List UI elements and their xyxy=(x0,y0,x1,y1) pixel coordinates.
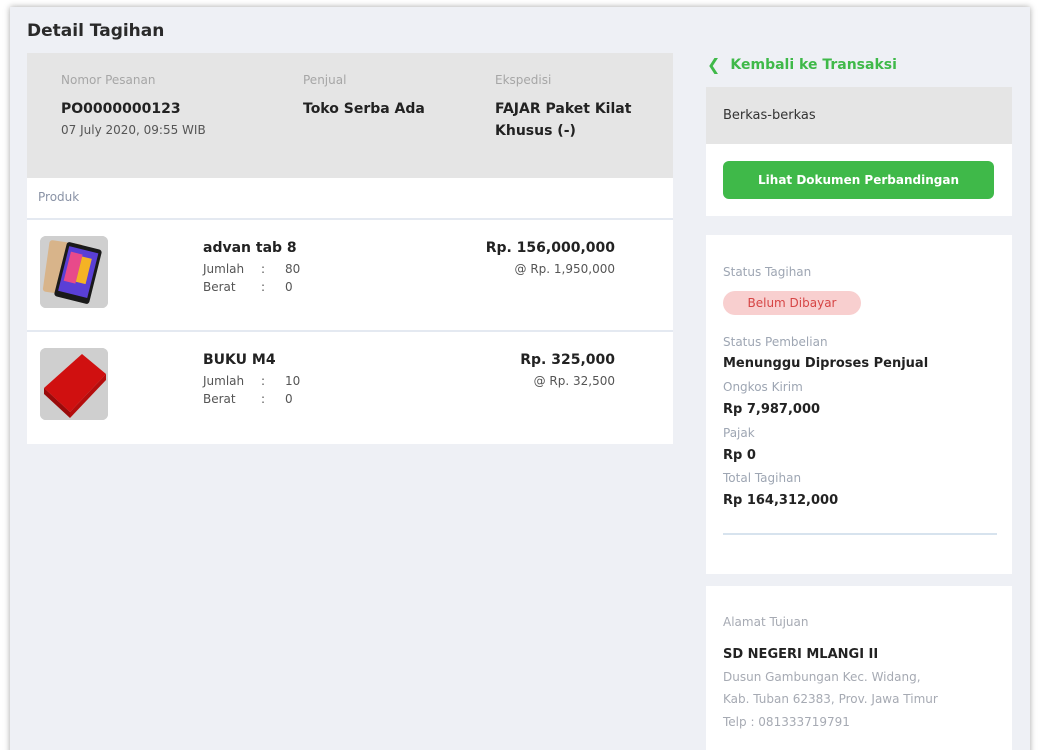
weight-value: 0 xyxy=(285,392,293,406)
seller-value: Toko Serba Ada xyxy=(303,101,425,117)
purchase-status-value: Menunggu Diproses Penjual xyxy=(723,356,929,371)
seller-label: Penjual xyxy=(303,73,347,87)
address-line-1: Dusun Gambungan Kec. Widang, xyxy=(723,670,921,684)
product-image-book xyxy=(40,348,108,420)
order-detail-card: Nomor Pesanan PO0000000123 07 July 2020,… xyxy=(27,53,673,444)
product-row: BUKU M4 Jumlah: 10 Berat: 0 Rp. 325,000 @ … xyxy=(27,332,673,442)
separator: : xyxy=(261,374,266,388)
product-unit-price: @ Rp. 32,500 xyxy=(533,374,615,388)
address-label: Alamat Tujuan xyxy=(723,615,809,629)
product-name: advan tab 8 xyxy=(203,240,297,256)
total-bill-label: Total Tagihan xyxy=(723,471,802,485)
separator: : xyxy=(261,262,266,276)
total-bill-value: Rp 164,312,000 xyxy=(723,493,839,508)
seller-block: Penjual Toko Serba Ada xyxy=(303,73,483,120)
page-frame: Detail Tagihan Nomor Pesanan PO000000012… xyxy=(10,7,1030,750)
documents-title: Berkas-berkas xyxy=(706,87,1012,144)
expedition-line-1: FAJAR Paket Kilat xyxy=(495,101,632,117)
page-title: Detail Tagihan xyxy=(27,21,165,41)
order-number-value: PO0000000123 xyxy=(61,101,181,117)
product-row: advan tab 8 Jumlah: 80 Berat: 0 Rp. 156,00… xyxy=(27,220,673,330)
shipping-cost-label: Ongkos Kirim xyxy=(723,380,803,394)
expedition-value: FAJAR Paket Kilat Khusus (-) xyxy=(495,98,665,142)
view-comparison-document-button[interactable]: Lihat Dokumen Perbandingan xyxy=(723,161,994,199)
address-recipient: SD NEGERI MLANGI II xyxy=(723,647,879,662)
separator: : xyxy=(261,392,266,406)
address-card: Alamat Tujuan SD NEGERI MLANGI II Dusun … xyxy=(706,586,1012,750)
chevron-left-icon: ❮ xyxy=(707,55,721,74)
order-number-block: Nomor Pesanan PO0000000123 07 July 2020,… xyxy=(61,73,291,137)
product-price: Rp. 325,000 xyxy=(520,352,615,368)
product-image-tablet xyxy=(40,236,108,308)
quantity-value: 10 xyxy=(285,374,301,388)
weight-label: Berat xyxy=(203,280,236,294)
products-heading: Produk xyxy=(38,190,80,204)
weight-value: 0 xyxy=(285,280,293,294)
back-link-label: Kembali ke Transaksi xyxy=(730,56,897,73)
weight-label: Berat xyxy=(203,392,236,406)
tax-value: Rp 0 xyxy=(723,448,756,463)
product-quantity: Jumlah: 80 xyxy=(203,262,300,276)
status-card: Status Tagihan Belum Dibayar Status Pemb… xyxy=(706,235,1012,574)
address-line-2: Kab. Tuban 62383, Prov. Jawa Timur xyxy=(723,692,938,706)
product-name: BUKU M4 xyxy=(203,352,276,368)
expedition-label: Ekspedisi xyxy=(495,73,552,87)
back-to-transactions-link[interactable]: ❮ Kembali ke Transaksi xyxy=(707,55,897,74)
product-unit-price: @ Rp. 1,950,000 xyxy=(514,262,615,276)
quantity-value: 80 xyxy=(285,262,301,276)
product-quantity: Jumlah: 10 xyxy=(203,374,300,388)
product-weight: Berat: 0 xyxy=(203,280,293,294)
tax-label: Pajak xyxy=(723,426,755,440)
purchase-status-label: Status Pembelian xyxy=(723,335,828,349)
expedition-block: Ekspedisi FAJAR Paket Kilat Khusus (-) xyxy=(495,73,665,142)
quantity-label: Jumlah xyxy=(203,262,245,276)
address-phone: Telp : 081333719791 xyxy=(723,715,850,729)
status-badge: Belum Dibayar xyxy=(723,291,861,315)
divider xyxy=(723,533,997,535)
expedition-line-2: Khusus (-) xyxy=(495,123,576,139)
product-price: Rp. 156,000,000 xyxy=(485,240,615,256)
order-number-label: Nomor Pesanan xyxy=(61,73,156,87)
order-date: 07 July 2020, 09:55 WIB xyxy=(61,123,206,137)
order-header: Nomor Pesanan PO0000000123 07 July 2020,… xyxy=(27,53,673,178)
bill-status-label: Status Tagihan xyxy=(723,265,812,279)
separator: : xyxy=(261,280,266,294)
shipping-cost-value: Rp 7,987,000 xyxy=(723,402,821,417)
product-weight: Berat: 0 xyxy=(203,392,293,406)
quantity-label: Jumlah xyxy=(203,374,245,388)
documents-card: Berkas-berkas Lihat Dokumen Perbandingan xyxy=(706,87,1012,216)
